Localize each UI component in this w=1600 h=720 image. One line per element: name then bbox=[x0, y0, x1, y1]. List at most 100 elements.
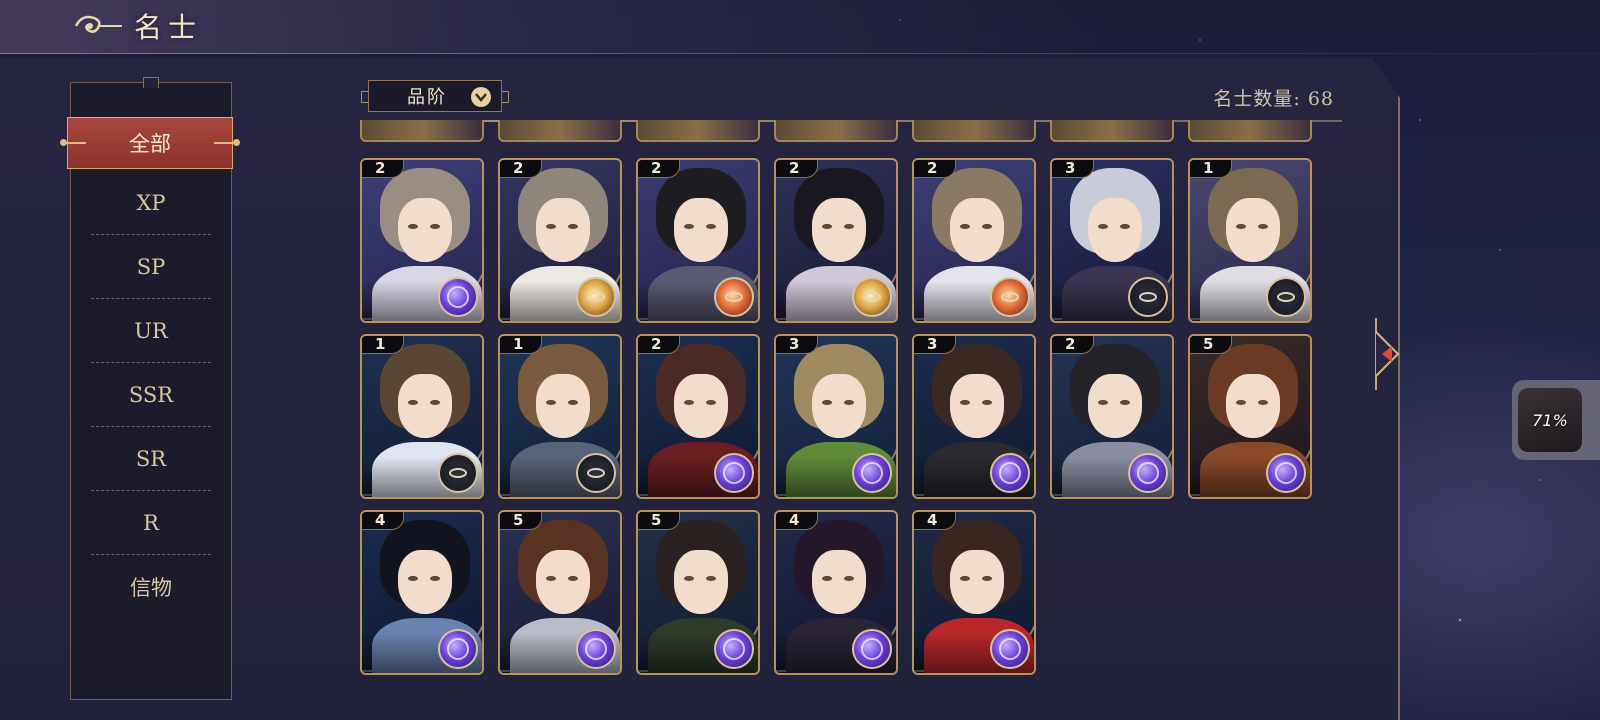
character-eye bbox=[1236, 400, 1246, 405]
avatar: 71% bbox=[1518, 388, 1582, 452]
card-partial[interactable] bbox=[636, 120, 760, 142]
category-sidebar: 全部 XP SP UR SSR SR R 信物 bbox=[60, 82, 240, 700]
character-face bbox=[812, 198, 866, 262]
character-card[interactable]: 3 bbox=[912, 334, 1036, 499]
character-card[interactable]: 2 bbox=[636, 334, 760, 499]
compass-element-icon bbox=[438, 453, 478, 493]
character-eye bbox=[960, 400, 970, 405]
card-partial[interactable] bbox=[498, 120, 622, 142]
character-eye bbox=[960, 224, 970, 229]
character-count: 名士数量: 68 bbox=[1213, 88, 1334, 110]
star-level-badge: 2 bbox=[776, 160, 818, 178]
character-face bbox=[812, 374, 866, 438]
character-card[interactable]: 1 bbox=[360, 334, 484, 499]
floating-progress-widget[interactable]: 71% bbox=[1512, 380, 1600, 460]
sidebar-item-sr[interactable]: SR bbox=[89, 427, 213, 491]
card-partial[interactable] bbox=[1050, 120, 1174, 142]
compass-element-icon bbox=[576, 453, 616, 493]
orb-element-icon bbox=[714, 453, 754, 493]
sidebar-item-ur[interactable]: UR bbox=[89, 299, 213, 363]
character-face bbox=[1088, 198, 1142, 262]
character-face bbox=[536, 550, 590, 614]
star-level-badge: 2 bbox=[638, 336, 680, 354]
character-eye bbox=[822, 224, 832, 229]
sidebar-item-label: UR bbox=[134, 319, 168, 343]
character-eye bbox=[546, 576, 556, 581]
character-eye bbox=[1258, 400, 1268, 405]
character-face bbox=[950, 550, 1004, 614]
rank-filter-dropdown[interactable]: 品阶 bbox=[361, 80, 509, 112]
star-level-badge: 2 bbox=[362, 160, 404, 178]
sidebar-item-label: 信物 bbox=[130, 576, 172, 600]
star-level-badge: 1 bbox=[362, 336, 404, 354]
character-card[interactable]: 2 bbox=[498, 158, 622, 323]
card-partial[interactable] bbox=[774, 120, 898, 142]
character-face bbox=[812, 550, 866, 614]
character-eye bbox=[960, 576, 970, 581]
character-face bbox=[950, 198, 1004, 262]
character-eye bbox=[1120, 400, 1130, 405]
character-card[interactable]: 2 bbox=[636, 158, 760, 323]
sidebar-item-r[interactable]: R bbox=[89, 491, 213, 555]
sidebar-item-xp[interactable]: XP bbox=[89, 171, 213, 235]
character-card[interactable]: 4 bbox=[360, 510, 484, 675]
character-face bbox=[674, 550, 728, 614]
sidebar-item-label: SSR bbox=[128, 383, 174, 407]
fire-element-icon bbox=[714, 277, 754, 317]
star-level-badge: 1 bbox=[1190, 160, 1232, 178]
character-face bbox=[536, 374, 590, 438]
card-partial[interactable] bbox=[360, 120, 484, 142]
character-card[interactable]: 2 bbox=[912, 158, 1036, 323]
character-card[interactable]: 3 bbox=[774, 334, 898, 499]
filter-label: 品阶 bbox=[407, 87, 447, 108]
character-eye bbox=[684, 400, 694, 405]
gold-element-icon bbox=[576, 277, 616, 317]
sidebar-item-all[interactable]: 全部 bbox=[60, 117, 240, 169]
character-face bbox=[398, 550, 452, 614]
character-card[interactable]: 2 bbox=[1050, 334, 1174, 499]
top-bar: 名士 bbox=[0, 0, 1600, 54]
character-face bbox=[1088, 374, 1142, 438]
character-card[interactable]: 3 bbox=[1050, 158, 1174, 323]
character-face bbox=[536, 198, 590, 262]
character-card[interactable]: 2 bbox=[360, 158, 484, 323]
page-title: 名士 bbox=[134, 11, 203, 44]
character-eye bbox=[568, 400, 578, 405]
sidebar-item-label: SP bbox=[136, 255, 166, 279]
character-eye bbox=[430, 576, 440, 581]
chevron-down-icon bbox=[471, 87, 491, 107]
progress-text: 71% bbox=[1532, 410, 1568, 430]
card-partial[interactable] bbox=[1188, 120, 1312, 142]
sidebar-item-token[interactable]: 信物 bbox=[89, 555, 213, 619]
character-eye bbox=[684, 224, 694, 229]
character-face bbox=[1226, 374, 1280, 438]
ornament-left-icon bbox=[60, 139, 86, 146]
character-face bbox=[674, 374, 728, 438]
character-eye bbox=[546, 224, 556, 229]
character-face bbox=[674, 198, 728, 262]
expand-arrow-icon[interactable] bbox=[1372, 318, 1410, 390]
card-partial[interactable] bbox=[912, 120, 1036, 142]
character-eye bbox=[1098, 224, 1108, 229]
sidebar-item-ssr[interactable]: SSR bbox=[89, 363, 213, 427]
character-face bbox=[398, 374, 452, 438]
character-card[interactable]: 5 bbox=[498, 510, 622, 675]
character-eye bbox=[408, 576, 418, 581]
character-card[interactable]: 5 bbox=[1188, 334, 1312, 499]
character-card[interactable]: 1 bbox=[1188, 158, 1312, 323]
character-card[interactable]: 4 bbox=[774, 510, 898, 675]
character-eye bbox=[706, 400, 716, 405]
sidebar-item-sp[interactable]: SP bbox=[89, 235, 213, 299]
character-card[interactable]: 2 bbox=[774, 158, 898, 323]
compass-element-icon bbox=[1128, 277, 1168, 317]
character-card[interactable]: 5 bbox=[636, 510, 760, 675]
character-card[interactable]: 4 bbox=[912, 510, 1036, 675]
star-level-badge: 5 bbox=[500, 512, 542, 530]
character-eye bbox=[546, 400, 556, 405]
star-level-badge: 2 bbox=[638, 160, 680, 178]
character-face bbox=[950, 374, 1004, 438]
swirl-back-icon[interactable] bbox=[72, 10, 124, 42]
orb-element-icon bbox=[990, 629, 1030, 669]
character-card[interactable]: 1 bbox=[498, 334, 622, 499]
orb-element-icon bbox=[990, 453, 1030, 493]
